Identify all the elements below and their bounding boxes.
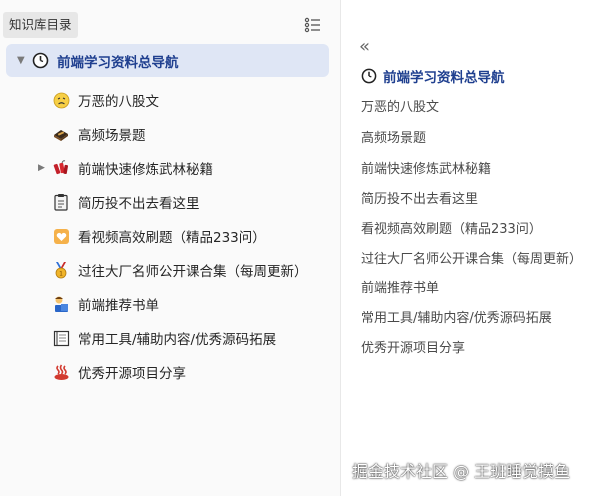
- caret-right-icon[interactable]: ▶: [38, 163, 45, 173]
- tree-item-label: 优秀开源项目分享: [78, 366, 186, 382]
- toc-link[interactable]: 优秀开源项目分享: [361, 337, 465, 356]
- tree-item-root[interactable]: ▼ 前端学习资料总导航: [6, 44, 329, 77]
- toc-heading[interactable]: 前端学习资料总导航: [361, 66, 505, 86]
- knowledge-base-directory-title: 知识库目录: [3, 12, 78, 38]
- toc-link[interactable]: 看视频高效刷题（精品233问）: [361, 218, 542, 237]
- watermark-text: 掘金技术社区 @ 王班睡觉摸鱼: [352, 462, 571, 481]
- tree-item-label: 常用工具/辅助内容/优秀源码拓展: [78, 332, 277, 348]
- bento-box-icon: [52, 125, 70, 143]
- tree-item-tools[interactable]: 常用工具/辅助内容/优秀源码拓展: [0, 321, 340, 355]
- clipboard-icon: [52, 193, 70, 211]
- heart-box-icon: [52, 227, 70, 245]
- toc-link[interactable]: 过往大厂名师公开课合集（每周更新）: [361, 248, 582, 267]
- notebook-icon: [52, 329, 70, 347]
- toc-link[interactable]: 前端推荐书单: [361, 277, 439, 296]
- sidebar: 知识库目录 ▼ 前端学习资料总导航 万恶的八股文 高频场景题 ▶ 前端快速修炼武…: [0, 0, 340, 496]
- tree-item-martial-arts[interactable]: ▶ 前端快速修炼武林秘籍: [0, 151, 340, 185]
- tree-item-label: 前端学习资料总导航: [57, 54, 179, 71]
- medal-icon: 1: [52, 261, 70, 279]
- toc-link[interactable]: 万恶的八股文: [361, 96, 439, 115]
- tree-item-baguwen[interactable]: 万恶的八股文: [0, 83, 340, 117]
- toc-link[interactable]: 简历投不出去看这里: [361, 188, 478, 207]
- table-of-contents: « 前端学习资料总导航 万恶的八股文 高频场景题 前端快速修炼武林秘籍 简历投不…: [341, 0, 599, 496]
- clock-icon: [31, 52, 49, 70]
- tree-item-resume[interactable]: 简历投不出去看这里: [0, 185, 340, 219]
- hot-springs-icon: [52, 363, 70, 381]
- toc-link[interactable]: 高频场景题: [361, 127, 426, 146]
- tree-item-label: 前端推荐书单: [78, 298, 159, 314]
- firecracker-icon: [52, 159, 70, 177]
- svg-text:1: 1: [59, 271, 63, 278]
- tree-item-books[interactable]: 前端推荐书单: [0, 287, 340, 321]
- tree-item-lectures[interactable]: 1 过往大厂名师公开课合集（每周更新）: [0, 253, 340, 287]
- list-view-icon[interactable]: [304, 16, 322, 34]
- toc-title: 前端学习资料总导航: [383, 70, 505, 86]
- confounded-face-icon: [52, 91, 70, 109]
- tree-item-label: 万恶的八股文: [78, 94, 159, 110]
- caret-down-icon[interactable]: ▼: [17, 55, 25, 66]
- reader-icon: [52, 295, 70, 313]
- tree-item-label: 简历投不出去看这里: [78, 196, 200, 212]
- tree-item-video[interactable]: 看视频高效刷题（精品233问）: [0, 219, 340, 253]
- tree-item-label: 过往大厂名师公开课合集（每周更新）: [78, 264, 308, 280]
- toc-link[interactable]: 常用工具/辅助内容/优秀源码拓展: [361, 307, 552, 326]
- tree-item-label: 高频场景题: [78, 128, 146, 144]
- clock-icon: [361, 68, 377, 84]
- tree-item-label: 看视频高效刷题（精品233问）: [78, 230, 266, 246]
- toc-link[interactable]: 前端快速修炼武林秘籍: [361, 158, 491, 177]
- collapse-toc-button[interactable]: «: [359, 36, 370, 57]
- tree-item-label: 前端快速修炼武林秘籍: [78, 162, 213, 178]
- tree-item-open-source[interactable]: 优秀开源项目分享: [0, 355, 340, 389]
- tree-item-scenarios[interactable]: 高频场景题: [0, 117, 340, 151]
